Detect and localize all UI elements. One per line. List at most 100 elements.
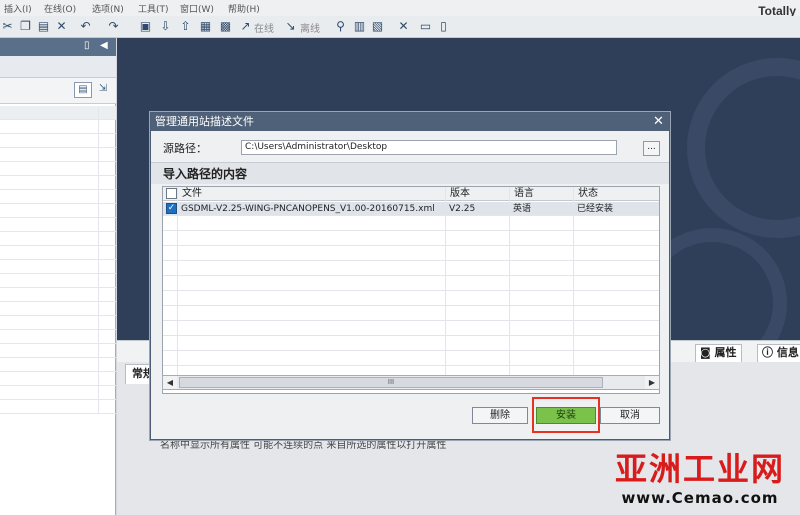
tree-row[interactable]: [0, 176, 116, 190]
menu-insert[interactable]: 插入(I): [4, 2, 32, 15]
dialog-title: 管理通用站描述文件: [151, 113, 669, 131]
menu-help[interactable]: 帮助(H): [228, 2, 260, 15]
gsd-file-table: 文件 版本 语言 状态 ✓ GSDML-V2.25-WING-PNCANOPEN…: [162, 186, 660, 394]
tree-row[interactable]: [0, 316, 116, 330]
paste-icon[interactable]: ▤: [36, 19, 51, 34]
tree-row[interactable]: [0, 302, 116, 316]
panel-strip: [0, 56, 116, 78]
install-highlight-box: [532, 397, 600, 433]
table-row: [163, 307, 659, 321]
close-icon[interactable]: ✕: [396, 19, 411, 34]
table-row: [163, 277, 659, 291]
scroll-left-icon[interactable]: ◀: [163, 376, 177, 389]
tree-row[interactable]: [0, 106, 116, 120]
properties-icon: ◙: [700, 346, 715, 359]
info-icon: ⓘ: [762, 346, 777, 359]
column-status[interactable]: 状态: [573, 187, 659, 201]
go-offline-label[interactable]: 离线: [300, 20, 320, 35]
tree-row[interactable]: [0, 120, 116, 134]
scroll-thumb[interactable]: III: [179, 377, 603, 388]
tree-row[interactable]: [0, 204, 116, 218]
file-name: GSDML-V2.25-WING-PNCANOPENS_V1.00-201607…: [181, 204, 435, 214]
export-icon[interactable]: ⇲: [94, 82, 112, 98]
accessible-devices-icon[interactable]: ⚲: [333, 19, 348, 34]
tree-row[interactable]: [0, 330, 116, 344]
tree-row[interactable]: [0, 218, 116, 232]
tree-row[interactable]: [0, 190, 116, 204]
tree-row[interactable]: [0, 372, 116, 386]
menu-options[interactable]: 选项(N): [92, 2, 124, 15]
split-vertical-icon[interactable]: ▯: [436, 19, 451, 34]
download-icon[interactable]: ⇩: [158, 19, 173, 34]
select-all-checkbox[interactable]: [166, 188, 177, 199]
watermark-logo: 亚洲工业网: [614, 450, 785, 488]
tree-row[interactable]: [0, 400, 116, 414]
column-language[interactable]: 语言: [509, 187, 573, 201]
tree-row[interactable]: [0, 232, 116, 246]
upload-icon[interactable]: ⇧: [178, 19, 193, 34]
table-row: [163, 352, 659, 366]
copy-icon[interactable]: ❐: [18, 19, 33, 34]
cross-reference-icon[interactable]: ▥: [352, 19, 367, 34]
file-status: 已经安装: [577, 204, 614, 214]
toolbar: ✂ ❐ ▤ ✕ ↶ ↷ ▣ ⇩ ⇧ ▦ ▩ ↗ 在线 ↘ 离线 ⚲ ▥ ▧ ✕ …: [0, 16, 800, 38]
browse-button[interactable]: ...: [643, 141, 660, 156]
go-offline-icon[interactable]: ↘: [283, 19, 298, 34]
file-language: 英语: [513, 204, 532, 214]
horizontal-scrollbar[interactable]: ◀ III ▶: [162, 375, 660, 390]
column-divider: [509, 187, 510, 381]
split-horizontal-icon[interactable]: ▭: [418, 19, 433, 34]
tree-row[interactable]: [0, 288, 116, 302]
go-online-icon[interactable]: ↗: [238, 19, 253, 34]
watermark-url: www.Cemao.com: [621, 489, 779, 507]
tree-row[interactable]: [0, 260, 116, 274]
simulation-icon[interactable]: ▦: [198, 19, 213, 34]
tree-row[interactable]: [0, 358, 116, 372]
column-divider: [573, 187, 574, 381]
window-icon[interactable]: ▧: [370, 19, 385, 34]
source-path-field[interactable]: C:\Users\Administrator\Desktop: [241, 140, 617, 155]
panel-header: ▯ ◀: [0, 38, 116, 56]
undo-icon[interactable]: ↶: [78, 19, 93, 34]
tree-row[interactable]: [0, 274, 116, 288]
column-version[interactable]: 版本: [445, 187, 509, 201]
collapse-left-icon[interactable]: ◀: [100, 40, 108, 51]
go-online-label[interactable]: 在线: [254, 20, 274, 35]
tree-row[interactable]: [0, 344, 116, 358]
table-row: [163, 337, 659, 351]
row-checkbox[interactable]: ✓: [166, 203, 177, 214]
cut-icon[interactable]: ✂: [0, 19, 15, 34]
scroll-right-icon[interactable]: ▶: [645, 376, 659, 389]
delete-icon[interactable]: ✕: [54, 19, 69, 34]
table-row[interactable]: ✓ GSDML-V2.25-WING-PNCANOPENS_V1.00-2016…: [163, 202, 659, 216]
table-row: [163, 262, 659, 276]
tree-row[interactable]: [0, 162, 116, 176]
project-tree-panel: ▯ ◀ ▤ ⇲: [0, 38, 116, 515]
list-view-icon[interactable]: ▤: [74, 82, 92, 98]
close-icon[interactable]: ✕: [651, 114, 666, 129]
delete-button[interactable]: 删除: [472, 407, 528, 424]
column-file[interactable]: 文件: [177, 187, 445, 201]
tab-properties-label: 属性: [714, 346, 737, 359]
tab-info-label: 信息: [776, 346, 799, 359]
tab-info[interactable]: ⓘ 信息: [757, 344, 800, 362]
redo-icon[interactable]: ↷: [106, 19, 121, 34]
file-version: V2.25: [449, 204, 476, 214]
tree-row[interactable]: [0, 134, 116, 148]
tab-properties[interactable]: ◙ 属性: [695, 344, 742, 362]
pin-icon[interactable]: ▯: [84, 40, 90, 51]
compile-icon[interactable]: ▣: [138, 19, 153, 34]
cancel-button[interactable]: 取消: [600, 407, 660, 424]
tree-row[interactable]: [0, 386, 116, 400]
stop-icon[interactable]: ▩: [218, 19, 233, 34]
section-title: 导入路径的内容: [151, 162, 669, 184]
gear-decoration-icon: [687, 58, 800, 238]
menu-tools[interactable]: 工具(T): [138, 2, 169, 15]
menu-window[interactable]: 窗口(W): [180, 2, 214, 15]
menu-bar: 插入(I) 在线(O) 选项(N) 工具(T) 窗口(W) 帮助(H) Tota…: [0, 0, 800, 18]
table-row: [163, 247, 659, 261]
tree-row[interactable]: [0, 148, 116, 162]
menu-online[interactable]: 在线(O): [44, 2, 76, 15]
table-header: 文件 版本 语言 状态: [163, 187, 659, 201]
tree-row[interactable]: [0, 246, 116, 260]
